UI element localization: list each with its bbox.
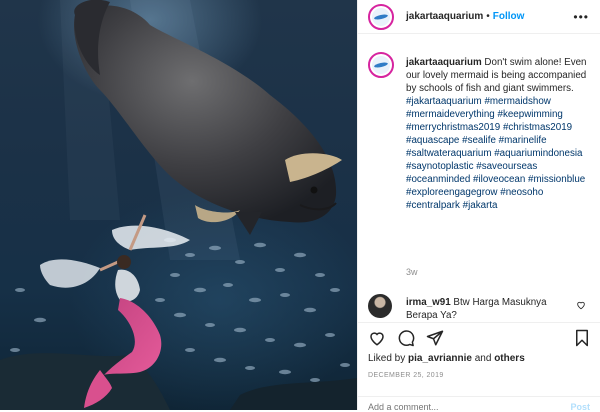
hashtag-link[interactable]: #iloveocean (473, 174, 525, 185)
post-details-panel: jakartaaquarium • Follow ••• jakartaaqua… (358, 0, 600, 412)
ellipsis-icon[interactable]: ••• (573, 10, 589, 24)
post-photo[interactable] (0, 0, 357, 410)
post-date[interactable]: DECEMBER 25, 2019 (368, 372, 444, 379)
hashtag-link[interactable]: #exploreengagegrow (406, 187, 498, 198)
liked-by-text: Liked by pia_avriannie and others (368, 353, 525, 364)
hashtag-link[interactable]: #neosoho (500, 187, 543, 198)
hashtag-list: #jakartaaquarium #mermaidshow #mermaidev… (406, 96, 585, 211)
hashtag-link[interactable]: #marinelife (499, 135, 547, 146)
hashtag-link[interactable]: #keepwimming (498, 109, 563, 120)
liked-by-others[interactable]: others (494, 353, 525, 364)
liked-by-suffix: and (474, 353, 492, 364)
post-comment-button[interactable]: Post (570, 402, 590, 412)
aquarium-logo-icon (372, 7, 390, 26)
hashtag-link[interactable]: #saynotoplastic (406, 161, 474, 172)
comment-bubble-icon[interactable] (397, 329, 415, 347)
hashtag-link[interactable]: #christmas2019 (503, 122, 572, 133)
heart-icon[interactable] (368, 329, 386, 347)
header-separator: • (486, 11, 490, 22)
hashtag-link[interactable]: #jakarta (463, 200, 498, 211)
commenter-avatar[interactable] (368, 294, 392, 318)
hashtag-link[interactable]: #saveourseas (476, 161, 537, 172)
paper-plane-icon[interactable] (426, 329, 444, 347)
liked-by-user[interactable]: pia_avriannie (408, 353, 472, 364)
author-username[interactable]: jakartaaquarium (406, 11, 483, 22)
caption-text: jakartaaquarium Don't swim alone! Even o… (406, 56, 594, 212)
small-heart-icon[interactable] (576, 300, 586, 310)
comment-username[interactable]: irma_w91 (406, 297, 451, 308)
hashtag-link[interactable]: #mermaidshow (484, 96, 550, 107)
caption-author-avatar[interactable] (368, 52, 394, 78)
add-comment-input[interactable] (368, 402, 548, 412)
caption-username[interactable]: jakartaaquarium (406, 57, 482, 68)
author-avatar[interactable] (368, 3, 394, 30)
post-header: jakartaaquarium • Follow ••• (358, 0, 600, 34)
comment-text: irma_w91 Btw Harga Masuknya Berapa Ya? (406, 296, 570, 322)
hashtag-link[interactable]: #oceanminded (406, 174, 470, 185)
bookmark-icon[interactable] (574, 329, 590, 347)
aquarium-logo-icon (372, 56, 390, 74)
hashtag-link[interactable]: #merrychristmas2019 (406, 122, 500, 133)
hashtag-link[interactable]: #aquariumindonesia (494, 148, 582, 159)
post-time-ago[interactable]: 3w (406, 267, 418, 277)
hashtag-link[interactable]: #jakartaaquarium (406, 96, 482, 107)
liked-by-prefix: Liked by (368, 353, 406, 364)
hashtag-link[interactable]: #sealife (462, 135, 496, 146)
hashtag-link[interactable]: #mermaideverything (406, 109, 495, 120)
action-bar (358, 322, 600, 353)
underwater-scene-image (0, 0, 357, 410)
hashtag-link[interactable]: #saltwateraquarium (406, 148, 492, 159)
hashtag-link[interactable]: #missionblue (528, 174, 585, 185)
hashtag-link[interactable]: #centralpark (406, 200, 460, 211)
follow-button[interactable]: Follow (493, 11, 525, 22)
hashtag-link[interactable]: #aquascape (406, 135, 459, 146)
